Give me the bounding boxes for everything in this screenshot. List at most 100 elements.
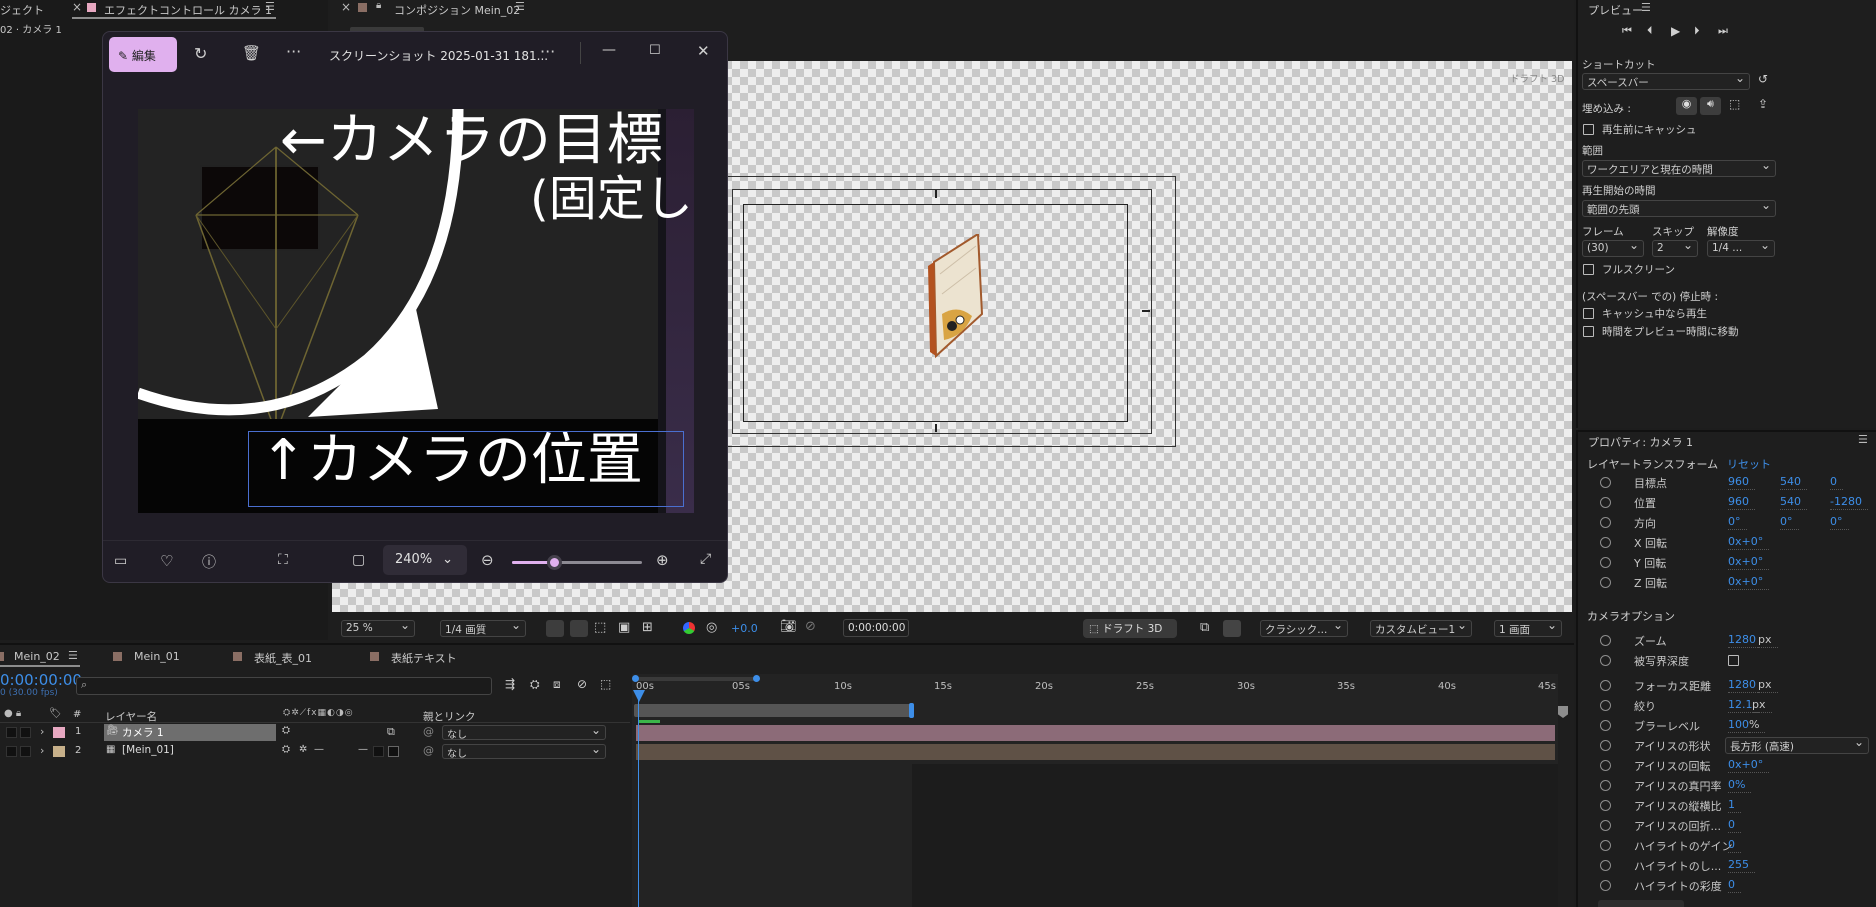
prop-value[interactable]: 255 <box>1728 858 1755 873</box>
prop-value-x[interactable]: 960 <box>1728 475 1755 490</box>
work-area-bar[interactable] <box>634 704 912 717</box>
renderer-button[interactable]: ⬚ ドラフト 3D <box>1083 619 1177 638</box>
last-frame-icon[interactable]: ⏭ <box>1718 24 1728 38</box>
title-more-icon[interactable]: ··· <box>540 42 555 61</box>
lock-switch[interactable] <box>20 727 31 738</box>
av-switches-icons[interactable]: ● 🔒︎ <box>4 708 21 719</box>
layer-bar-1[interactable] <box>636 725 1555 741</box>
parent-dropdown[interactable]: なし <box>442 744 606 759</box>
reset-shortcut-icon[interactable]: ↺ <box>1758 72 1768 86</box>
prop-value[interactable]: 0% <box>1728 778 1753 793</box>
prop-y-rotation[interactable]: Y 回転 0x+0° <box>1600 554 1870 572</box>
prop-position[interactable]: 位置 960 540 -1280 <box>1600 494 1870 512</box>
prop-value-z[interactable]: -1280 <box>1830 495 1868 510</box>
reset-link[interactable]: リセット <box>1727 456 1771 472</box>
magnification-dropdown[interactable]: 25 % <box>341 620 415 637</box>
stopwatch-icon[interactable] <box>1600 740 1611 751</box>
prev-frame-icon[interactable]: ⏴ <box>1647 24 1653 38</box>
play-icon[interactable]: ▶ <box>1671 24 1680 38</box>
properties-menu-icon[interactable]: ☰ <box>1858 433 1868 446</box>
more-options-icon[interactable]: ··· <box>286 42 301 61</box>
prop-value-z[interactable]: 0 <box>1830 475 1843 490</box>
shortcut-dropdown[interactable]: スペースバー <box>1582 73 1750 90</box>
range-dropdown[interactable]: ワークエリアと現在の時間 <box>1582 160 1776 177</box>
prop-focus-distance[interactable]: フォーカス距離 1280 px <box>1600 677 1870 695</box>
stopwatch-icon[interactable] <box>1600 557 1611 568</box>
dof-checkbox[interactable] <box>1728 655 1739 666</box>
3d-view-dropdown[interactable]: カスタムビュー1 <box>1370 620 1472 637</box>
prop-orientation[interactable]: 方向 0° 0° 0° <box>1600 514 1870 532</box>
prop-value[interactable]: 0 <box>1728 818 1741 833</box>
label-column-icon[interactable]: 🏷︎ <box>49 708 62 719</box>
video-switch[interactable] <box>6 727 17 738</box>
stopwatch-icon[interactable] <box>1600 840 1611 851</box>
prop-value-y[interactable]: 540 <box>1780 495 1807 510</box>
prop-x-rotation[interactable]: X 回転 0x+0° <box>1600 534 1870 552</box>
effect-controls-menu-icon[interactable]: ☰ <box>265 0 275 13</box>
effect-controls-tab-close-icon[interactable]: × <box>72 0 82 14</box>
color-management-icon[interactable]: ◎ <box>706 620 717 635</box>
delete-icon[interactable]: 🗑︎ <box>242 44 261 62</box>
toggle-transparency-grid-icon[interactable] <box>546 620 564 637</box>
shy-icon[interactable]: ⧈ <box>553 677 561 692</box>
prop-depth-of-field[interactable]: 被写界深度 <box>1600 652 1870 670</box>
project-tab[interactable]: ジェクト <box>0 2 44 18</box>
stopwatch-icon[interactable] <box>1600 800 1611 811</box>
prop-value-x[interactable]: 0° <box>1728 515 1746 530</box>
effect-controls-tab[interactable]: エフェクトコントロール カメラ 1 <box>104 2 272 18</box>
quality-switch-icon[interactable]: — <box>314 744 324 755</box>
next-frame-icon[interactable]: ⏵ <box>1694 24 1700 38</box>
work-area-end-handle[interactable] <box>909 703 914 718</box>
filmstrip-icon[interactable]: ▭ <box>114 553 127 569</box>
prop-value[interactable]: 0x+0° <box>1728 758 1770 773</box>
resolution-preview-dropdown[interactable]: 1/4 ... <box>1707 240 1775 257</box>
collapse-switch-icon[interactable]: ✲ <box>299 744 307 755</box>
video-toggle-icon[interactable]: ◉ <box>1676 97 1697 115</box>
cache-before-checkbox[interactable] <box>1583 124 1594 135</box>
prop-iris-diffraction[interactable]: アイリスの回折... 0 <box>1600 817 1870 835</box>
exposure-value[interactable]: +0.0 <box>731 622 758 635</box>
stopwatch-icon[interactable] <box>1600 860 1611 871</box>
stop-opt2-checkbox[interactable] <box>1583 326 1594 337</box>
prop-value[interactable]: 1280 <box>1728 633 1762 648</box>
region-of-interest-icon[interactable] <box>570 620 588 637</box>
prop-value[interactable]: 0 <box>1728 878 1741 893</box>
prop-value[interactable]: 0x+0° <box>1728 555 1770 570</box>
prop-iris-aspect[interactable]: アイリスの縦横比 1 <box>1600 797 1870 815</box>
switches-column-icons[interactable]: ⛭✲⟋fx▦◐◑◎ <box>283 708 354 718</box>
mask-visibility-icon[interactable]: ⬚ <box>594 620 606 635</box>
parent-dropdown[interactable]: なし <box>442 725 606 740</box>
stopwatch-icon[interactable] <box>1600 635 1611 646</box>
prop-iris-rotation[interactable]: アイリスの回転 0x+0° <box>1600 757 1870 775</box>
stopwatch-icon[interactable] <box>1600 497 1611 508</box>
3d-ground-plane-icon[interactable]: ⧉ <box>1200 620 1209 635</box>
col-parent[interactable]: 親とリンク <box>423 709 476 724</box>
rotate-icon[interactable]: ↻ <box>194 44 207 63</box>
draft-3d-toggle-icon[interactable]: ⛭ <box>530 677 540 692</box>
shy-switch-icon[interactable]: ⛭ <box>282 744 290 755</box>
motion-blur-switch-icon[interactable]: — <box>358 744 368 755</box>
expand-chevron-icon[interactable]: › <box>40 744 44 757</box>
layer-row-2[interactable]: › 2 ▦ [Mein_01] ⛭ ✲ — — @ なし <box>0 743 630 761</box>
stopwatch-icon[interactable] <box>1600 720 1611 731</box>
lock-icon[interactable]: 🔒︎ <box>376 0 381 11</box>
snapshot-icon[interactable]: 📷︎ <box>780 619 797 634</box>
maximize-icon[interactable]: ☐ <box>649 43 661 58</box>
renderer-mode-dropdown[interactable]: クラシック... <box>1260 620 1348 637</box>
audio-toggle-icon[interactable]: 🔊︎ <box>1700 97 1721 115</box>
comp-mini-flowchart-icon[interactable]: ⇶ <box>505 677 515 691</box>
layer-row-1[interactable]: › 1 🎥︎ カメラ 1 ⛭ ⧉ @ なし <box>0 724 630 742</box>
stopwatch-icon[interactable] <box>1600 700 1611 711</box>
tab-menu-icon[interactable]: ☰ <box>68 649 78 662</box>
prop-z-rotation[interactable]: Z 回転 0x+0° <box>1600 574 1870 592</box>
first-frame-icon[interactable]: ⏮ <box>1622 24 1632 38</box>
stopwatch-icon[interactable] <box>1600 537 1611 548</box>
prop-value[interactable]: 12.1 <box>1728 698 1758 713</box>
frame-rate-dropdown[interactable]: (30) <box>1582 240 1644 257</box>
prop-value-x[interactable]: 960 <box>1728 495 1755 510</box>
visual-search-icon[interactable]: ⛶ <box>278 552 288 568</box>
prop-value[interactable]: 1 <box>1728 798 1741 813</box>
fullscreen-icon[interactable]: ⤢ <box>700 551 711 567</box>
prop-highlight-saturation[interactable]: ハイライトの彩度 0 <box>1600 877 1870 895</box>
col-layer-name[interactable]: レイヤー名 <box>105 709 157 724</box>
